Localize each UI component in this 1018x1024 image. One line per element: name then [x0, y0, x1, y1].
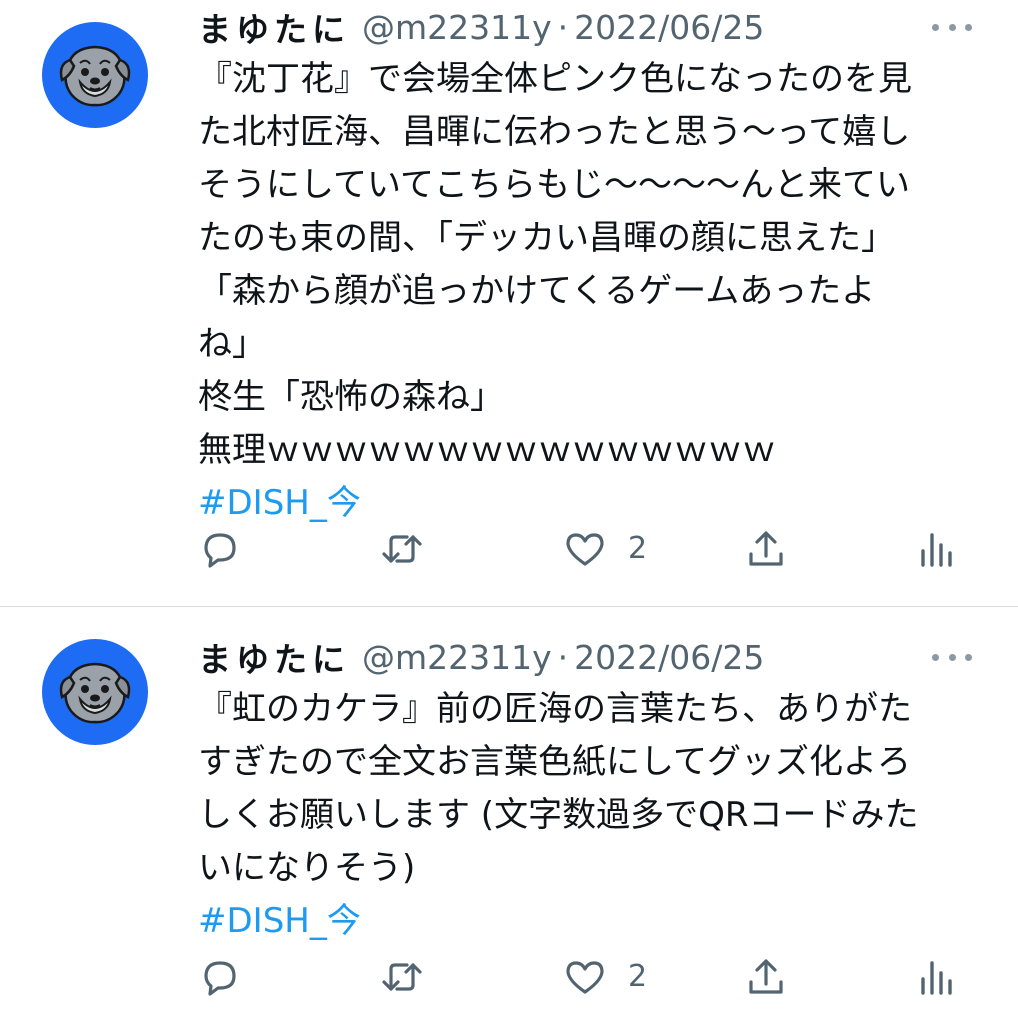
author-name[interactable]: まゆたに — [198, 633, 350, 681]
like-count: 2 — [628, 531, 648, 566]
tweet-header: まゆたに @m22311y · 2022/06/25 — [198, 633, 764, 681]
like-count: 2 — [628, 959, 648, 994]
avatar[interactable] — [42, 22, 148, 128]
tweet[interactable]: まゆたに @m22311y · 2022/06/25 『虹のカケラ』前の匠海の言… — [0, 607, 1018, 1024]
share-icon — [749, 959, 783, 994]
tweet-text-line: た北村匠海、昌暉に伝わったと思う〜って嬉し — [198, 112, 911, 152]
tweet-text-line: 「森から顔が追っかけてくるゲームあったよ — [198, 271, 876, 311]
more-dot-icon — [932, 653, 939, 661]
retweet-button[interactable] — [380, 527, 424, 571]
reply-icon — [204, 533, 236, 568]
heart-icon — [566, 533, 604, 566]
more-options-button[interactable] — [932, 647, 972, 667]
share-button[interactable] — [744, 955, 788, 999]
more-dot-icon — [965, 653, 972, 661]
reply-icon — [204, 961, 236, 996]
reply-button[interactable] — [198, 527, 242, 571]
heart-icon — [566, 961, 604, 994]
tweet-date[interactable]: 2022/06/25 — [574, 8, 764, 47]
tweet-text-line: 『虹のカケラ』前の匠海の言葉たち、ありがた — [198, 689, 912, 729]
author-handle[interactable]: @m22311y — [362, 638, 552, 677]
tweet-text-line: いになりそう) — [198, 848, 416, 888]
more-options-button[interactable] — [932, 17, 972, 37]
retweet-button[interactable] — [380, 955, 424, 999]
share-icon — [749, 531, 783, 566]
retweet-icon — [382, 963, 422, 991]
tweet-date[interactable]: 2022/06/25 — [574, 638, 764, 677]
like-button[interactable] — [563, 955, 607, 999]
reply-button[interactable] — [198, 955, 242, 999]
hashtag-link[interactable]: #DISH_今 — [198, 477, 988, 530]
tweet-text-line: しくお願いします (文字数過多でQRコードみた — [198, 795, 919, 835]
tweet-text-line: 無理ｗｗｗｗｗｗｗｗｗｗｗｗｗｗｗ — [198, 430, 776, 470]
separator: · — [557, 7, 569, 47]
like-button[interactable] — [563, 527, 607, 571]
hashtag-link[interactable]: #DISH_今 — [198, 895, 988, 948]
analytics-button[interactable] — [915, 527, 959, 571]
tweet-text-line: 『沈丁花』で会場全体ピンク色になったのを見 — [198, 59, 912, 99]
dog-avatar-icon — [59, 662, 131, 724]
tweet-header: まゆたに @m22311y · 2022/06/25 — [198, 3, 764, 51]
tweet-text-line: ね」 — [198, 324, 266, 364]
analytics-icon — [921, 533, 952, 567]
share-button[interactable] — [744, 527, 788, 571]
more-dot-icon — [932, 23, 939, 31]
tweet-text-line: 柊生「恐怖の森ね」 — [198, 377, 504, 417]
tweet-text: 『虹のカケラ』前の匠海の言葉たち、ありがた すぎたので全文お言葉色紙にしてグッズ… — [198, 683, 988, 948]
author-name[interactable]: まゆたに — [198, 3, 350, 51]
retweet-icon — [382, 535, 422, 563]
analytics-button[interactable] — [915, 955, 959, 999]
more-dot-icon — [948, 653, 956, 661]
more-dot-icon — [948, 23, 956, 31]
tweet-text-line: たのも束の間、「デッカい昌暉の顔に思えた」 — [198, 218, 895, 258]
tweet-text-line: すぎたので全文お言葉色紙にしてグッズ化よろ — [198, 742, 911, 782]
tweet-text-line: そうにしていてこちらもじ〜〜〜〜んと来てい — [198, 165, 910, 205]
dog-avatar-icon — [59, 45, 131, 107]
separator: · — [557, 637, 569, 677]
analytics-icon — [921, 961, 952, 995]
author-handle[interactable]: @m22311y — [362, 8, 552, 47]
more-dot-icon — [965, 23, 972, 31]
tweet-text: 『沈丁花』で会場全体ピンク色になったのを見 た北村匠海、昌暉に伝わったと思う〜っ… — [198, 53, 988, 530]
tweet[interactable]: まゆたに @m22311y · 2022/06/25 『沈丁花』で会場全体ピンク… — [0, 0, 1018, 606]
avatar[interactable] — [42, 639, 148, 745]
